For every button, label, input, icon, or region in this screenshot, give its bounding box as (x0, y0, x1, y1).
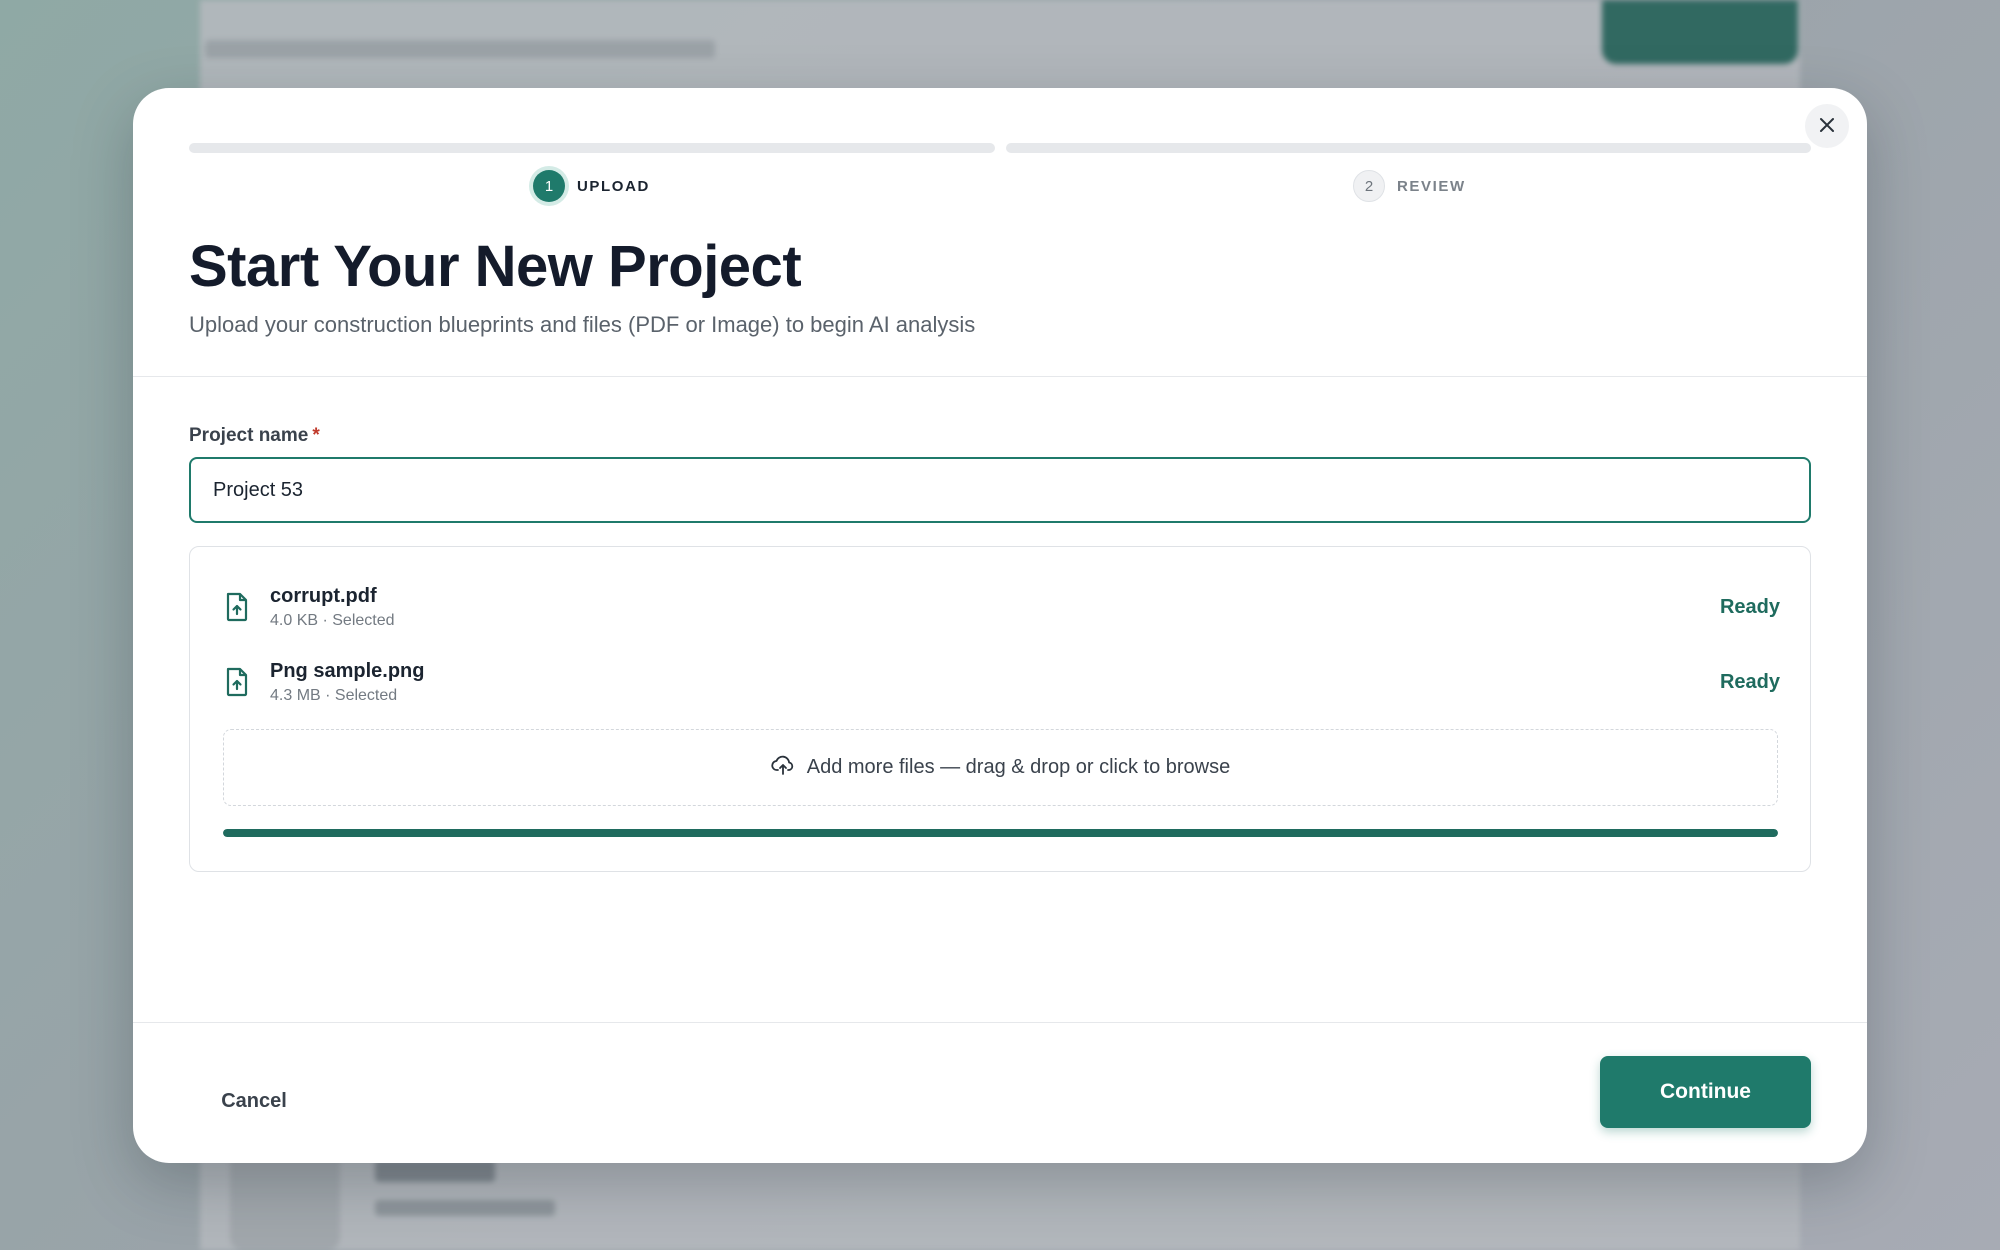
background-row-title (375, 1160, 495, 1182)
file-name: corrupt.pdf (270, 584, 377, 607)
background-button (1602, 0, 1798, 64)
add-files-dropzone[interactable]: Add more files — drag & drop or click to… (223, 729, 1778, 806)
file-name: Png sample.png (270, 659, 425, 682)
upload-progress-bar (223, 829, 1778, 837)
step-number: 2 (1353, 170, 1385, 202)
dropzone-label: Add more files — drag & drop or click to… (806, 756, 1231, 778)
step-bar-upload (189, 143, 995, 153)
background-row-subtitle (375, 1200, 555, 1216)
page-subtitle: Upload your construction blueprints and … (189, 312, 976, 337)
file-details: 4.0 KB · Selected (270, 611, 395, 629)
step-review: 2 REVIEW (1353, 170, 1466, 202)
close-button[interactable] (1805, 104, 1849, 148)
divider (133, 1022, 1867, 1023)
file-upload-icon (222, 665, 252, 699)
close-icon (1818, 116, 1836, 137)
file-list-panel: corrupt.pdf 4.0 KB · Selected Ready Png … (189, 546, 1811, 872)
file-meta: corrupt.pdf 4.0 KB · Selected (270, 585, 1720, 630)
required-marker: * (312, 425, 320, 446)
file-meta: Png sample.png 4.3 MB · Selected (270, 660, 1720, 705)
step-bar-review (1006, 143, 1811, 153)
file-status: Ready (1719, 595, 1780, 618)
step-label: REVIEW (1397, 177, 1466, 195)
cloud-upload-icon (771, 754, 795, 781)
continue-button[interactable]: Continue (1600, 1056, 1811, 1128)
step-number: 1 (533, 170, 565, 202)
file-details: 4.3 MB · Selected (270, 686, 398, 704)
page-title: Start Your New Project (189, 234, 802, 299)
project-name-input[interactable] (189, 457, 1811, 523)
project-name-label-text: Project name (189, 425, 309, 446)
file-upload-icon (222, 590, 252, 624)
file-row: Png sample.png 4.3 MB · Selected Ready (222, 652, 1780, 712)
file-row: corrupt.pdf 4.0 KB · Selected Ready (222, 577, 1780, 637)
project-name-label: Project name * (189, 425, 320, 447)
new-project-modal: 1 UPLOAD 2 REVIEW Start Your New Project… (133, 88, 1867, 1163)
upload-progress-fill (223, 829, 1778, 837)
divider (133, 376, 1867, 377)
step-upload: 1 UPLOAD (533, 170, 650, 202)
step-label: UPLOAD (577, 177, 650, 195)
background-text (205, 40, 715, 58)
cancel-button[interactable]: Cancel (189, 1073, 319, 1129)
file-status: Ready (1719, 670, 1780, 693)
